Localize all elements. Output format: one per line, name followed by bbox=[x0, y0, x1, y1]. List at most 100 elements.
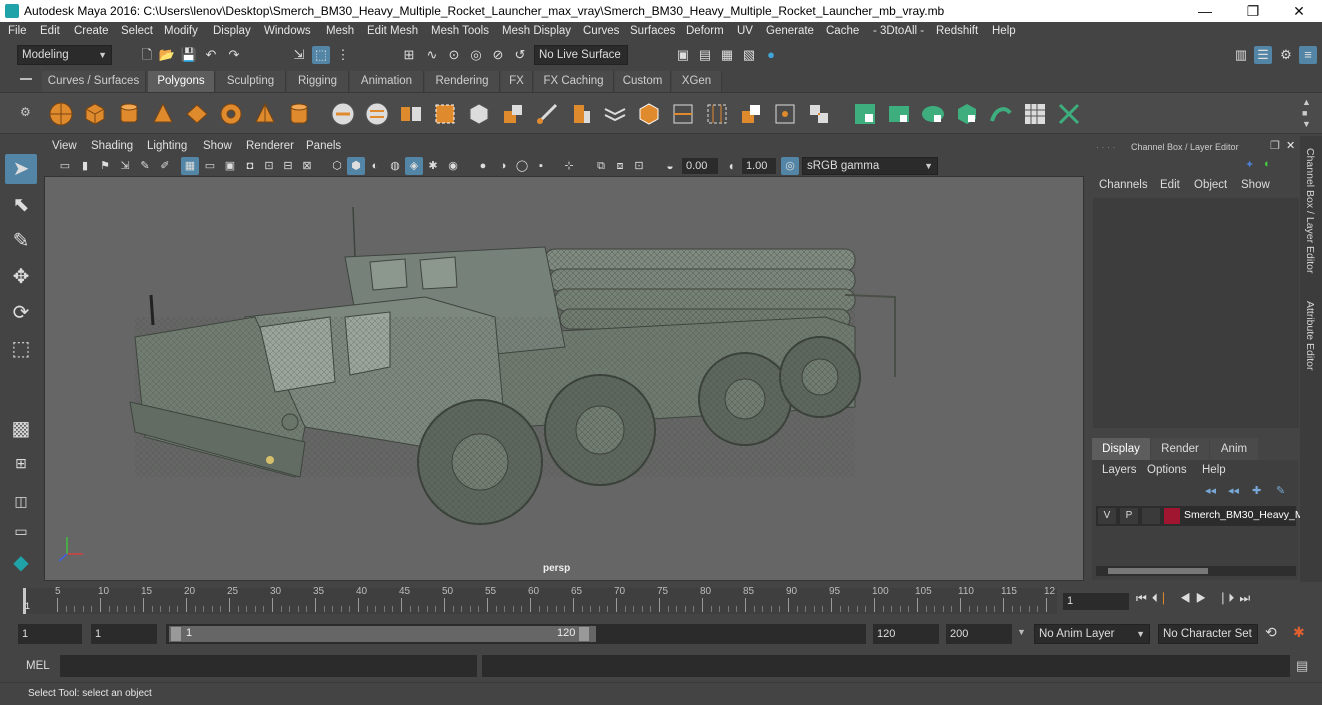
open-scene-icon[interactable]: 📂 bbox=[158, 46, 176, 64]
menu-cache[interactable]: Cache bbox=[826, 25, 859, 37]
anim-layer-dropdown[interactable]: No Anim Layer ▼ bbox=[1034, 624, 1150, 644]
snap-point-icon[interactable]: ⊙ bbox=[445, 46, 463, 64]
channels-show-menu[interactable]: Show bbox=[1241, 179, 1270, 191]
resolution-gate-icon[interactable]: ▣ bbox=[221, 157, 239, 175]
restore-button[interactable]: ❐ bbox=[1230, 0, 1276, 22]
wireframe-on-shaded-icon[interactable]: ◐ bbox=[366, 157, 384, 175]
tool-settings-toggle-icon[interactable]: ⚙ bbox=[1277, 46, 1295, 64]
menu-deform[interactable]: Deform bbox=[686, 25, 724, 37]
render-view-icon[interactable]: ▣ bbox=[674, 46, 692, 64]
animation-preferences-icon[interactable]: ✱ bbox=[1293, 624, 1305, 641]
save-scene-icon[interactable]: 💾 bbox=[180, 46, 198, 64]
auto-key-icon[interactable]: ⟲ bbox=[1265, 624, 1277, 641]
two-pane-layout-icon[interactable]: ◫ bbox=[5, 486, 37, 516]
end-time-field[interactable]: 120 bbox=[873, 624, 939, 644]
tab-rendering[interactable]: Rendering bbox=[425, 71, 500, 92]
tab-animation[interactable]: Animation bbox=[350, 71, 424, 92]
snap-grid-icon[interactable]: ⊞ bbox=[400, 46, 418, 64]
panel-menu-view[interactable]: View bbox=[52, 140, 77, 152]
menu-edit[interactable]: Edit bbox=[40, 25, 60, 37]
uv-planar-icon[interactable] bbox=[852, 101, 878, 127]
image-plane-icon[interactable]: ⇲ bbox=[116, 157, 134, 175]
move-layer-down-icon[interactable]: ◂◂ bbox=[1228, 484, 1239, 497]
poly-torus-icon[interactable] bbox=[218, 101, 244, 127]
undo-icon[interactable]: ↶ bbox=[202, 46, 220, 64]
uv-layout-icon[interactable] bbox=[1056, 101, 1082, 127]
command-input[interactable] bbox=[60, 655, 477, 677]
select-by-component-icon[interactable]: ⋮ bbox=[334, 46, 352, 64]
make-live-icon[interactable]: ⊘ bbox=[489, 46, 507, 64]
grid-toggle-icon[interactable]: ▦ bbox=[181, 157, 199, 175]
field-chart-icon[interactable]: ⊡ bbox=[260, 157, 278, 175]
bookmark-icon[interactable]: ⚑ bbox=[96, 157, 114, 175]
panel-menu-panels[interactable]: Panels bbox=[306, 140, 341, 152]
anim-start-field[interactable]: 1 bbox=[91, 624, 157, 644]
shelf-options-icon[interactable]: ⚙ bbox=[20, 105, 31, 119]
layer-color-swatch[interactable] bbox=[1164, 508, 1180, 524]
reduce-icon[interactable] bbox=[466, 101, 492, 127]
tab-polygons[interactable]: Polygons bbox=[148, 71, 215, 92]
smooth-shade-icon[interactable]: ⬢ bbox=[347, 157, 365, 175]
hud-toggle-icon[interactable]: ⊡ bbox=[630, 157, 648, 175]
menu-mesh-tools[interactable]: Mesh Tools bbox=[431, 25, 489, 37]
safe-title-icon[interactable]: ⊠ bbox=[298, 157, 316, 175]
perspective-viewport[interactable]: persp bbox=[44, 176, 1084, 581]
select-by-hierarchy-icon[interactable]: ⇲ bbox=[290, 46, 308, 64]
single-perspective-layout-icon[interactable]: ▩ bbox=[5, 414, 37, 444]
play-backward-icon[interactable]: ◀ bbox=[1180, 591, 1196, 605]
textured-icon[interactable]: ◍ bbox=[386, 157, 404, 175]
channels-edit-menu[interactable]: Edit bbox=[1160, 179, 1180, 191]
tab-sculpting[interactable]: Sculpting bbox=[216, 71, 286, 92]
grease-pencil-icon[interactable]: ✐ bbox=[156, 157, 174, 175]
play-forward-icon[interactable]: ▶ bbox=[1196, 591, 1212, 605]
select-by-object-icon[interactable]: ⬚ bbox=[312, 46, 330, 64]
current-frame-field[interactable]: 1 bbox=[1063, 593, 1129, 610]
layer-options-menu[interactable]: Options bbox=[1147, 464, 1187, 476]
attribute-editor-toggle-icon[interactable]: ☰ bbox=[1254, 46, 1272, 64]
history-icon[interactable]: ↺ bbox=[511, 46, 529, 64]
modeling-toolkit-icon[interactable]: ▥ bbox=[1232, 46, 1250, 64]
close-button[interactable]: ✕ bbox=[1276, 0, 1322, 22]
new-scene-icon[interactable]: 🗋 bbox=[138, 46, 156, 64]
uv-automatic-icon[interactable] bbox=[954, 101, 980, 127]
menu-select[interactable]: Select bbox=[121, 25, 153, 37]
step-forward-frame-icon[interactable]: ⎹ bbox=[1211, 591, 1228, 605]
four-view-layout-icon[interactable]: ⊞ bbox=[5, 448, 37, 478]
bevel-icon[interactable] bbox=[636, 101, 662, 127]
separate-icon[interactable] bbox=[364, 101, 390, 127]
poly-pyramid-icon[interactable] bbox=[252, 101, 278, 127]
append-polygon-icon[interactable] bbox=[738, 101, 764, 127]
tab-render-layers[interactable]: Render bbox=[1151, 438, 1209, 460]
channel-box-toggle-icon[interactable]: ≡ bbox=[1299, 46, 1317, 64]
menu-uv[interactable]: UV bbox=[737, 25, 753, 37]
new-layer-icon[interactable]: ✚ bbox=[1252, 484, 1261, 497]
snap-curve-icon[interactable]: ∿ bbox=[423, 46, 441, 64]
shelf-menu-icon[interactable] bbox=[20, 78, 32, 80]
step-back-key-icon[interactable]: ⏴ bbox=[1152, 591, 1163, 605]
rotate-tool-icon[interactable]: ⟳ bbox=[5, 298, 37, 328]
wireframe-icon[interactable]: ⬡ bbox=[328, 157, 346, 175]
tab-fx-caching[interactable]: FX Caching bbox=[534, 71, 614, 92]
extrude-icon[interactable] bbox=[568, 101, 594, 127]
channels-object-menu[interactable]: Object bbox=[1194, 179, 1227, 191]
layers-menu[interactable]: Layers bbox=[1102, 464, 1137, 476]
color-space-dropdown[interactable]: sRGB gamma ▼ bbox=[802, 157, 938, 175]
go-to-start-icon[interactable]: ⏮ bbox=[1136, 591, 1152, 605]
use-all-lights-icon[interactable]: ◈ bbox=[405, 157, 423, 175]
scale-tool-icon[interactable]: ⬚ bbox=[5, 334, 37, 364]
menu-redshift[interactable]: Redshift bbox=[936, 25, 978, 37]
layer-row[interactable]: V P Smerch_BM30_Heavy_M bbox=[1096, 506, 1304, 526]
insert-edge-loop-icon[interactable] bbox=[670, 101, 696, 127]
move-tool-icon[interactable]: ✥ bbox=[5, 262, 37, 292]
poly-cylinder-icon[interactable] bbox=[116, 101, 142, 127]
menu-windows[interactable]: Windows bbox=[264, 25, 311, 37]
minimize-button[interactable]: — bbox=[1182, 0, 1228, 22]
multi-cut-icon[interactable] bbox=[534, 101, 560, 127]
channel-box-options-icon[interactable]: ✦ bbox=[1245, 158, 1254, 171]
menu-create[interactable]: Create bbox=[74, 25, 109, 37]
menu-curves[interactable]: Curves bbox=[583, 25, 619, 37]
color-management-icon[interactable]: ◎ bbox=[781, 157, 799, 175]
layer-scrollbar[interactable] bbox=[1096, 566, 1296, 576]
poly-pipe-icon[interactable] bbox=[286, 101, 312, 127]
panel-menu-renderer[interactable]: Renderer bbox=[246, 140, 294, 152]
